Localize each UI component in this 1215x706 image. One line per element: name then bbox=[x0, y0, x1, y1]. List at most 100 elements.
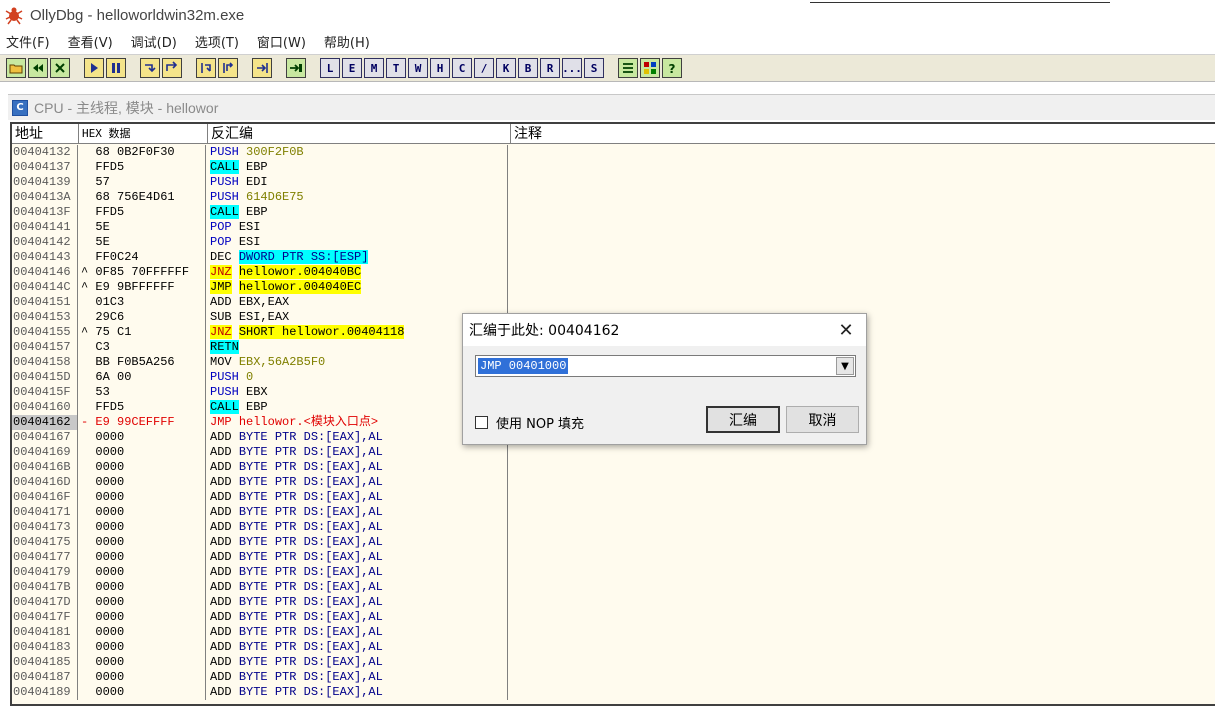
row-address: 00404181 bbox=[12, 625, 78, 640]
log-window-button[interactable]: L bbox=[320, 58, 340, 78]
row-mnemonic: PUSH bbox=[210, 145, 239, 159]
windows-window-button[interactable]: W bbox=[408, 58, 428, 78]
table-row[interactable]: 0040416B 0000 ADD BYTE PTR DS:[EAX],AL bbox=[12, 460, 1215, 475]
appearance-icon[interactable] bbox=[640, 58, 660, 78]
nop-fill-checkbox-box[interactable] bbox=[475, 416, 488, 429]
table-row[interactable]: 00404179 0000 ADD BYTE PTR DS:[EAX],AL bbox=[12, 565, 1215, 580]
table-row[interactable]: 0040414C ^ E9 9BFFFFFF JMP hellowor.004040… bbox=[12, 280, 1215, 295]
run-trace-window-button[interactable]: ... bbox=[562, 58, 582, 78]
run-icon[interactable] bbox=[84, 58, 104, 78]
table-row[interactable]: 0040413F FFD5 CALL EBP bbox=[12, 205, 1215, 220]
table-row[interactable]: 00404139 57 PUSH EDI bbox=[12, 175, 1215, 190]
step-into-icon[interactable] bbox=[140, 58, 160, 78]
row-disassembly: ADD BYTE PTR DS:[EAX],AL bbox=[206, 550, 508, 565]
row-mnemonic: ADD bbox=[210, 625, 232, 639]
header-hex[interactable]: HEX 数据 bbox=[79, 124, 208, 144]
goto-address-icon[interactable] bbox=[286, 58, 306, 78]
table-row[interactable]: 00404132 68 0B2F0F30 PUSH 300F2F0B bbox=[12, 145, 1215, 160]
table-row[interactable]: 0040416D 0000 ADD BYTE PTR DS:[EAX],AL bbox=[12, 475, 1215, 490]
menu-view[interactable]: 查看(V) bbox=[68, 32, 113, 51]
execute-till-return-icon[interactable] bbox=[252, 58, 272, 78]
pause-icon[interactable] bbox=[106, 58, 126, 78]
row-comment bbox=[508, 670, 1215, 685]
row-disassembly: ADD BYTE PTR DS:[EAX],AL bbox=[206, 460, 508, 475]
call-stack-window-button[interactable]: K bbox=[496, 58, 516, 78]
memory-window-button[interactable]: M bbox=[364, 58, 384, 78]
menu-window[interactable]: 窗口(W) bbox=[257, 32, 306, 51]
open-file-icon[interactable] bbox=[6, 58, 26, 78]
row-operand: BYTE PTR DS:[EAX],AL bbox=[238, 595, 383, 609]
table-row[interactable]: 00404137 FFD5 CALL EBP bbox=[12, 160, 1215, 175]
row-operand: EBX,EAX bbox=[238, 295, 290, 309]
table-row[interactable]: 00404169 0000 ADD BYTE PTR DS:[EAX],AL bbox=[12, 445, 1215, 460]
step-over-icon[interactable] bbox=[162, 58, 182, 78]
row-mnemonic: JMP bbox=[210, 415, 232, 429]
assemble-button[interactable]: 汇编 bbox=[706, 406, 780, 433]
breakpoints-window-button[interactable]: B bbox=[518, 58, 538, 78]
row-disassembly: ADD BYTE PTR DS:[EAX],AL bbox=[206, 625, 508, 640]
table-row[interactable]: 0040417B 0000 ADD BYTE PTR DS:[EAX],AL bbox=[12, 580, 1215, 595]
assemble-input-value[interactable]: JMP 00401000 bbox=[478, 358, 569, 374]
table-row[interactable]: 0040417F 0000 ADD BYTE PTR DS:[EAX],AL bbox=[12, 610, 1215, 625]
row-address: 00404173 bbox=[12, 520, 78, 535]
header-address[interactable]: 地址 bbox=[12, 124, 79, 144]
restart-icon[interactable] bbox=[28, 58, 48, 78]
cpu-window-titlebar[interactable]: C CPU - 主线程, 模块 - hellowor bbox=[8, 94, 1215, 120]
help-icon[interactable]: ? bbox=[662, 58, 682, 78]
table-row[interactable]: 00404143 FF0C24 DEC DWORD PTR SS:[ESP] bbox=[12, 250, 1215, 265]
row-mnemonic: ADD bbox=[210, 475, 232, 489]
table-row[interactable]: 00404181 0000 ADD BYTE PTR DS:[EAX],AL bbox=[12, 625, 1215, 640]
row-comment bbox=[508, 520, 1215, 535]
references-window-button[interactable]: R bbox=[540, 58, 560, 78]
row-hex: 68 0B2F0F30 bbox=[78, 145, 206, 160]
assemble-input[interactable]: JMP 00401000 ▼ bbox=[475, 355, 856, 377]
menu-options[interactable]: 选项(T) bbox=[195, 32, 239, 51]
table-row[interactable]: 00404187 0000 ADD BYTE PTR DS:[EAX],AL bbox=[12, 670, 1215, 685]
row-mnemonic: CALL bbox=[210, 205, 239, 219]
table-row[interactable]: 00404177 0000 ADD BYTE PTR DS:[EAX],AL bbox=[12, 550, 1215, 565]
threads-window-button[interactable]: T bbox=[386, 58, 406, 78]
table-row[interactable]: 00404185 0000 ADD BYTE PTR DS:[EAX],AL bbox=[12, 655, 1215, 670]
table-row[interactable]: 00404141 5E POP ESI bbox=[12, 220, 1215, 235]
menu-file[interactable]: 文件(F) bbox=[6, 32, 50, 51]
table-row[interactable]: 00404173 0000 ADD BYTE PTR DS:[EAX],AL bbox=[12, 520, 1215, 535]
row-hex: BB F0B5A256 bbox=[78, 355, 206, 370]
table-row[interactable]: 00404175 0000 ADD BYTE PTR DS:[EAX],AL bbox=[12, 535, 1215, 550]
table-row[interactable]: 00404151 01C3 ADD EBX,EAX bbox=[12, 295, 1215, 310]
list-icon[interactable] bbox=[618, 58, 638, 78]
row-operand: 300F2F0B bbox=[246, 145, 304, 159]
row-operand: BYTE PTR DS:[EAX],AL bbox=[238, 490, 383, 504]
row-mnemonic: ADD bbox=[210, 535, 232, 549]
menu-help[interactable]: 帮助(H) bbox=[324, 32, 370, 51]
trace-over-icon[interactable] bbox=[218, 58, 238, 78]
table-row[interactable]: 0040416F 0000 ADD BYTE PTR DS:[EAX],AL bbox=[12, 490, 1215, 505]
header-disassembly[interactable]: 反汇编 bbox=[208, 124, 511, 144]
row-mnemonic: ADD bbox=[210, 565, 232, 579]
row-disassembly: ADD BYTE PTR DS:[EAX],AL bbox=[206, 505, 508, 520]
title-bar: OllyDbg - helloworldwin32m.exe bbox=[0, 0, 1215, 30]
source-window-button[interactable]: S bbox=[584, 58, 604, 78]
cancel-button[interactable]: 取消 bbox=[786, 406, 859, 433]
handles-window-button[interactable]: H bbox=[430, 58, 450, 78]
close-icon[interactable]: ✕ bbox=[836, 320, 856, 341]
table-row[interactable]: 0040417D 0000 ADD BYTE PTR DS:[EAX],AL bbox=[12, 595, 1215, 610]
cpu-window-button[interactable]: C bbox=[452, 58, 472, 78]
row-operand: BYTE PTR DS:[EAX],AL bbox=[238, 640, 383, 654]
row-comment bbox=[508, 550, 1215, 565]
header-comment[interactable]: 注释 bbox=[511, 124, 1215, 144]
row-comment bbox=[508, 280, 1215, 295]
modules-window-button[interactable]: E bbox=[342, 58, 362, 78]
table-row[interactable]: 00404189 0000 ADD BYTE PTR DS:[EAX],AL bbox=[12, 685, 1215, 700]
table-row[interactable]: 0040413A 68 756E4D61 PUSH 614D6E75 bbox=[12, 190, 1215, 205]
chevron-down-icon[interactable]: ▼ bbox=[836, 357, 854, 375]
table-row[interactable]: 00404171 0000 ADD BYTE PTR DS:[EAX],AL bbox=[12, 505, 1215, 520]
row-address: 00404179 bbox=[12, 565, 78, 580]
close-program-icon[interactable] bbox=[50, 58, 70, 78]
menu-debug[interactable]: 调试(D) bbox=[131, 32, 177, 51]
table-row[interactable]: 00404142 5E POP ESI bbox=[12, 235, 1215, 250]
trace-into-icon[interactable] bbox=[196, 58, 216, 78]
patches-window-button[interactable]: / bbox=[474, 58, 494, 78]
table-row[interactable]: 00404146 ^ 0F85 70FFFFFF JNZ hellowor.0040… bbox=[12, 265, 1215, 280]
table-row[interactable]: 00404183 0000 ADD BYTE PTR DS:[EAX],AL bbox=[12, 640, 1215, 655]
nop-fill-checkbox[interactable]: 使用 NOP 填充 bbox=[475, 413, 584, 432]
